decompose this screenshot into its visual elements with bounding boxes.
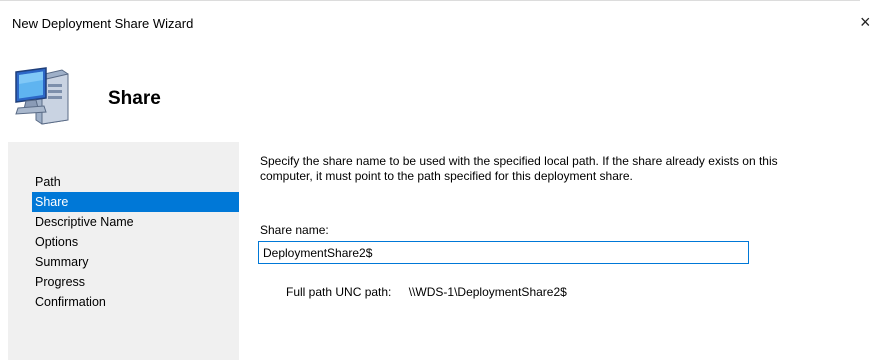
instructions-text: Specify the share name to be used with t… xyxy=(260,154,860,184)
instructions-line-1: Specify the share name to be used with t… xyxy=(260,154,778,168)
share-name-label: Share name: xyxy=(260,223,329,237)
window-title: New Deployment Share Wizard xyxy=(12,16,194,31)
step-share[interactable]: Share xyxy=(32,192,239,212)
step-summary[interactable]: Summary xyxy=(32,252,239,272)
step-content: Specify the share name to be used with t… xyxy=(239,142,873,360)
step-options[interactable]: Options xyxy=(32,232,239,252)
step-progress[interactable]: Progress xyxy=(32,272,239,292)
wizard-body: Path Share Descriptive Name Options Summ… xyxy=(0,142,873,360)
step-list: Path Share Descriptive Name Options Summ… xyxy=(32,172,239,312)
close-icon[interactable]: × xyxy=(860,12,873,32)
step-descriptive-name[interactable]: Descriptive Name xyxy=(32,212,239,232)
unc-path-label: Full path UNC path: xyxy=(286,285,392,299)
instructions-line-2: computer, it must point to the path spec… xyxy=(260,169,633,183)
unc-path-row: Full path UNC path: \\WDS-1\DeploymentSh… xyxy=(286,285,567,299)
step-path[interactable]: Path xyxy=(32,172,239,192)
unc-path-value: \\WDS-1\DeploymentShare2$ xyxy=(408,285,567,299)
top-border xyxy=(0,0,860,1)
computer-icon xyxy=(15,67,69,125)
step-navigation: Path Share Descriptive Name Options Summ… xyxy=(8,142,239,360)
page-heading: Share xyxy=(108,88,161,109)
step-confirmation[interactable]: Confirmation xyxy=(32,292,239,312)
share-name-input[interactable] xyxy=(258,241,749,264)
title-bar: New Deployment Share Wizard × xyxy=(0,0,873,46)
wizard-header: Share xyxy=(0,46,873,142)
